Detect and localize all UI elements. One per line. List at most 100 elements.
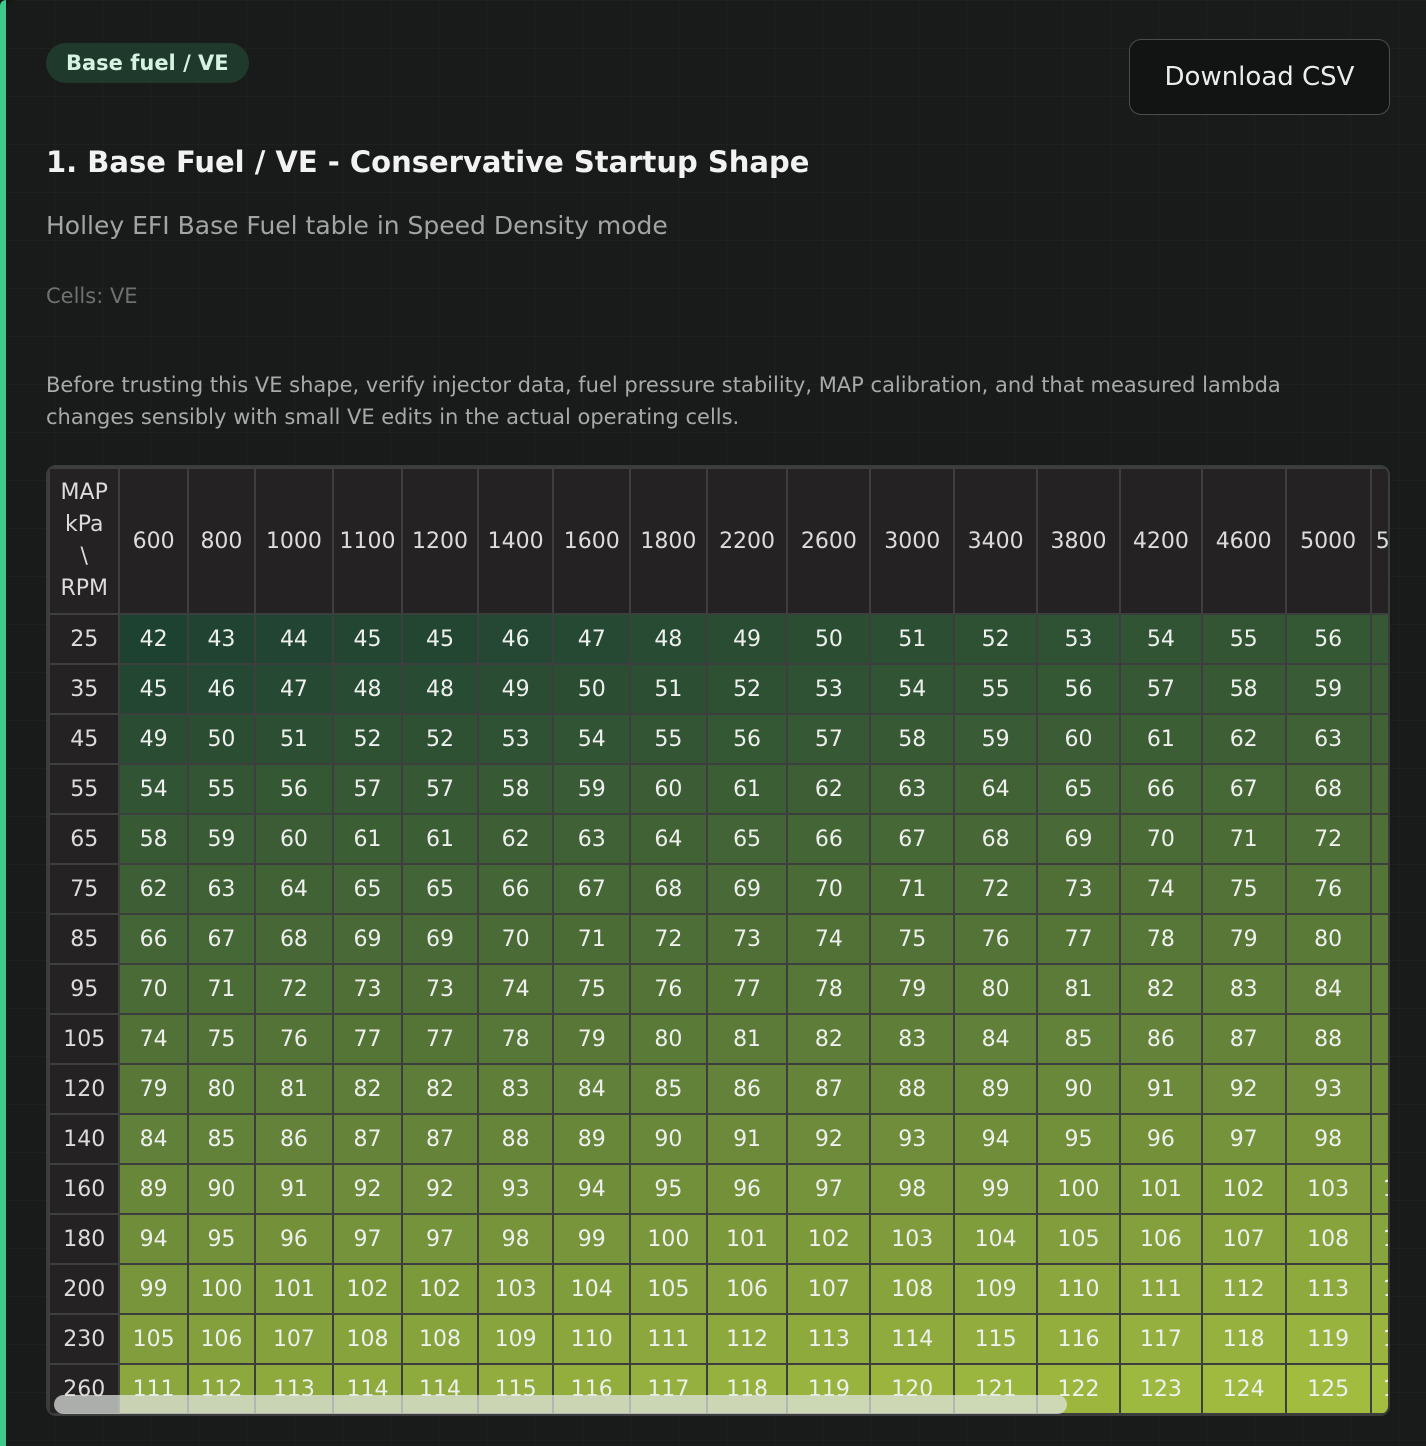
ve-cell[interactable]: 75 (869, 913, 956, 965)
ve-cell[interactable]: 97 (786, 1163, 872, 1215)
ve-cell[interactable]: 49 (476, 663, 555, 715)
ve-cell[interactable]: 92 (1200, 1063, 1287, 1115)
ve-cell[interactable]: 86 (1118, 1013, 1203, 1065)
ve-cell[interactable]: 74 (786, 913, 872, 965)
ve-cell[interactable]: 88 (869, 1063, 956, 1115)
ve-cell[interactable]: 83 (869, 1013, 956, 1065)
ve-cell[interactable]: 107 (1200, 1213, 1287, 1265)
ve-cell[interactable]: 84 (1284, 963, 1372, 1015)
ve-cell[interactable]: 83 (1200, 963, 1287, 1015)
ve-cell[interactable]: 45 (118, 663, 189, 715)
ve-cell[interactable]: 76 (629, 963, 708, 1015)
ve-cell[interactable]: 54 (1118, 613, 1203, 665)
ve-cell[interactable]: 96 (705, 1163, 789, 1215)
ve-cell[interactable]: 54 (869, 663, 956, 715)
ve-cell[interactable]: 98 (476, 1213, 555, 1265)
ve-cell[interactable]: 108 (331, 1313, 404, 1365)
ve-cell[interactable]: 66 (786, 813, 872, 865)
ve-cell[interactable]: 96 (1118, 1113, 1203, 1165)
ve-cell[interactable]: 82 (401, 1063, 479, 1115)
ve-cell[interactable]: 64 (953, 763, 1039, 815)
ve-cell[interactable]: 104 (953, 1213, 1039, 1265)
ve-cell[interactable]: 54 (118, 763, 189, 815)
ve-cell[interactable]: 79 (118, 1063, 189, 1115)
ve-cell[interactable]: 67 (1200, 763, 1287, 815)
ve-cell[interactable]: 93 (1284, 1063, 1372, 1115)
ve-cell[interactable]: 84 (953, 1013, 1039, 1065)
ve-cell[interactable]: 61 (705, 763, 789, 815)
ve-cell[interactable]: 113 (786, 1313, 872, 1365)
ve-cell[interactable]: 71 (1200, 813, 1287, 865)
ve-cell[interactable]: 61 (401, 813, 479, 865)
ve-cell[interactable]: 50 (786, 613, 872, 665)
ve-cell[interactable]: 56 (1284, 613, 1372, 665)
ve-cell[interactable]: 89 (953, 1063, 1039, 1115)
ve-cell[interactable]: 97 (401, 1213, 479, 1265)
ve-cell[interactable]: 48 (629, 613, 708, 665)
ve-cell[interactable]: 60 (1369, 663, 1388, 715)
ve-cell[interactable]: 57 (331, 763, 404, 815)
ve-cell[interactable]: 73 (401, 963, 479, 1015)
ve-cell[interactable]: 66 (1118, 763, 1203, 815)
ve-cell[interactable]: 58 (869, 713, 956, 765)
ve-cell[interactable]: 71 (552, 913, 632, 965)
ve-cell[interactable]: 91 (705, 1113, 789, 1165)
ve-cell[interactable]: 77 (331, 1013, 404, 1065)
ve-cell[interactable]: 110 (552, 1313, 632, 1365)
ve-cell[interactable]: 109 (476, 1313, 555, 1365)
ve-cell[interactable]: 57 (1369, 613, 1388, 665)
ve-cell[interactable]: 48 (401, 663, 479, 715)
ve-cell[interactable]: 114 (1369, 1263, 1388, 1315)
ve-cell[interactable]: 91 (1118, 1063, 1203, 1115)
ve-cell[interactable]: 68 (629, 863, 708, 915)
ve-cell[interactable]: 115 (953, 1313, 1039, 1365)
ve-cell[interactable]: 56 (705, 713, 789, 765)
ve-cell[interactable]: 46 (476, 613, 555, 665)
ve-cell[interactable]: 63 (1284, 713, 1372, 765)
ve-cell[interactable]: 104 (552, 1263, 632, 1315)
ve-cell[interactable]: 49 (118, 713, 189, 765)
ve-cell[interactable]: 60 (1036, 713, 1121, 765)
ve-cell[interactable]: 78 (476, 1013, 555, 1065)
ve-cell[interactable]: 50 (552, 663, 632, 715)
ve-cell[interactable]: 56 (254, 763, 334, 815)
ve-cell[interactable]: 63 (552, 813, 632, 865)
ve-cell[interactable]: 76 (254, 1013, 334, 1065)
ve-cell[interactable]: 76 (953, 913, 1039, 965)
ve-cell[interactable]: 70 (476, 913, 555, 965)
ve-cell[interactable]: 64 (254, 863, 334, 915)
ve-cell[interactable]: 110 (1036, 1263, 1121, 1315)
ve-cell[interactable]: 101 (1118, 1163, 1203, 1215)
ve-cell[interactable]: 75 (186, 1013, 257, 1065)
ve-cell[interactable]: 54 (552, 713, 632, 765)
ve-cell[interactable]: 80 (953, 963, 1039, 1015)
ve-cell[interactable]: 98 (1284, 1113, 1372, 1165)
scrollbar-thumb[interactable] (54, 1395, 1067, 1414)
ve-cell[interactable]: 62 (786, 763, 872, 815)
ve-cell[interactable]: 82 (1118, 963, 1203, 1015)
ve-cell[interactable]: 85 (1369, 963, 1388, 1015)
ve-cell[interactable]: 118 (1200, 1313, 1287, 1365)
ve-cell[interactable]: 70 (786, 863, 872, 915)
ve-cell[interactable]: 92 (331, 1163, 404, 1215)
ve-cell[interactable]: 102 (401, 1263, 479, 1315)
ve-cell[interactable]: 59 (1284, 663, 1372, 715)
ve-cell[interactable]: 65 (1036, 763, 1121, 815)
ve-cell[interactable]: 60 (254, 813, 334, 865)
ve-cell[interactable]: 87 (1200, 1013, 1287, 1065)
ve-cell[interactable]: 51 (254, 713, 334, 765)
ve-cell[interactable]: 96 (254, 1213, 334, 1265)
ve-cell[interactable]: 82 (786, 1013, 872, 1065)
ve-cell[interactable]: 113 (1284, 1263, 1372, 1315)
ve-cell[interactable]: 90 (1036, 1063, 1121, 1115)
ve-cell[interactable]: 42 (118, 613, 189, 665)
ve-cell[interactable]: 103 (869, 1213, 956, 1265)
ve-cell[interactable]: 100 (629, 1213, 708, 1265)
ve-cell[interactable]: 65 (331, 863, 404, 915)
ve-cell[interactable]: 99 (953, 1163, 1039, 1215)
ve-cell[interactable]: 52 (401, 713, 479, 765)
ve-cell[interactable]: 86 (254, 1113, 334, 1165)
ve-cell[interactable]: 88 (1284, 1013, 1372, 1065)
ve-cell[interactable]: 97 (331, 1213, 404, 1265)
ve-cell[interactable]: 57 (1118, 663, 1203, 715)
